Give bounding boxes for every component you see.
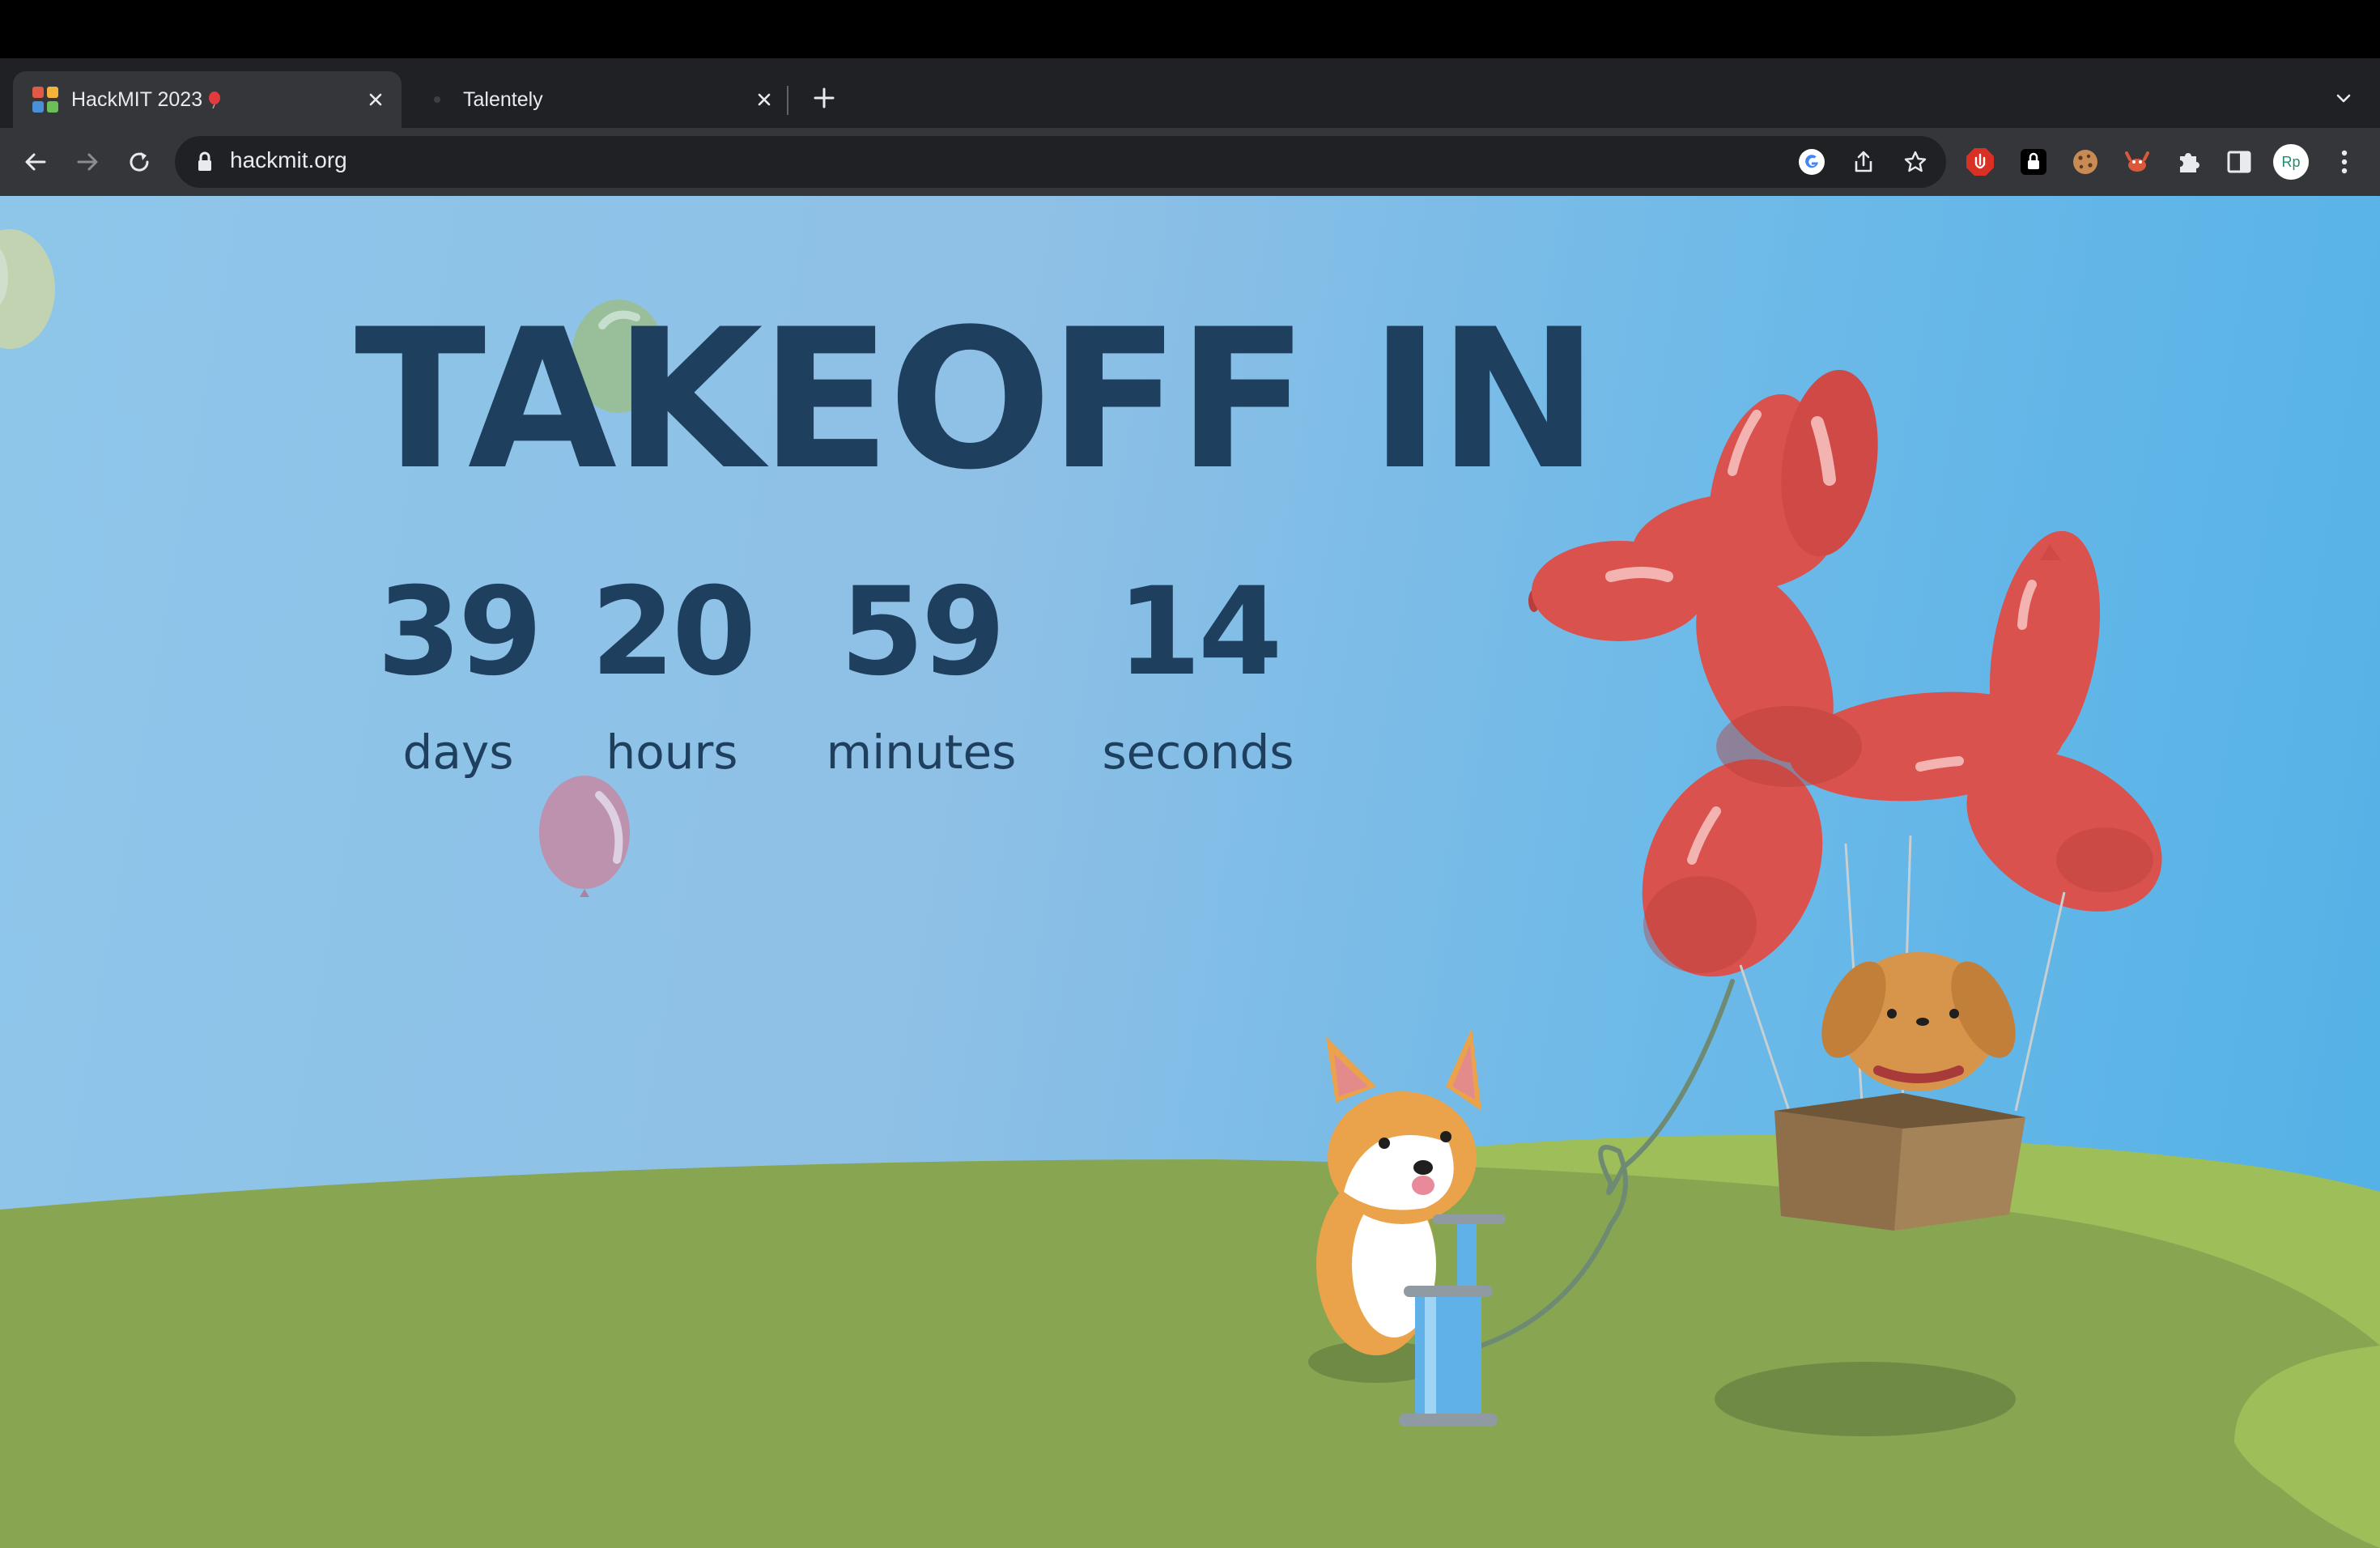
countdown-hours-label: hours — [606, 725, 738, 780]
avatar-initials: Rp — [2281, 153, 2301, 170]
chevron-down-icon — [2336, 94, 2351, 103]
countdown-days: 39 days — [337, 572, 580, 776]
tab-strip: HackMIT 2023 Talentely — [0, 58, 2380, 128]
arrow-right-icon — [77, 153, 98, 171]
tab-title-talentely: Talentely — [463, 87, 543, 111]
tab-close-button[interactable] — [751, 87, 777, 113]
google-icon[interactable] — [1794, 144, 1830, 180]
tab-hackmit[interactable]: HackMIT 2023 — [13, 71, 402, 128]
lock-icon — [198, 151, 211, 171]
browser-toolbar: hackmit.org Rp — [0, 128, 2380, 196]
countdown-hours-value: 20 — [590, 562, 757, 703]
countdown-days-label: days — [402, 725, 514, 780]
address-bar[interactable]: hackmit.org — [175, 136, 1946, 188]
tab-close-button[interactable] — [363, 87, 389, 113]
page-viewport: TAKEOFF IN 39 days 20 hours 59 minutes 1… — [0, 196, 2380, 1548]
balloon-left-edge — [0, 229, 55, 349]
countdown-seconds-label: seconds — [1102, 725, 1294, 780]
page-headline: TAKEOFF IN — [355, 288, 1599, 512]
countdown-seconds-value: 14 — [1116, 562, 1283, 703]
reload-button[interactable] — [117, 139, 162, 185]
balloon-pink — [539, 776, 630, 897]
countdown-hours: 20 hours — [550, 572, 793, 776]
tab-divider — [787, 86, 788, 115]
side-panel-button[interactable] — [2221, 144, 2257, 180]
main-hill — [0, 1159, 2380, 1548]
profile-avatar[interactable]: Rp — [2273, 144, 2309, 180]
cookie-icon — [2073, 150, 2097, 174]
google-g-icon — [1799, 149, 1825, 175]
adblock-icon — [1966, 148, 1994, 176]
basket — [1774, 1093, 2025, 1231]
crab-extension-icon — [2125, 151, 2149, 172]
lock-extension[interactable] — [2016, 144, 2051, 180]
back-button[interactable] — [13, 139, 58, 185]
countdown-minutes: 59 minutes — [800, 572, 1043, 776]
side-panel-icon — [2227, 151, 2251, 173]
lock-extension-icon — [2021, 149, 2046, 175]
tab-search-button[interactable] — [2327, 81, 2361, 115]
browser-menu-button[interactable] — [2327, 144, 2362, 180]
talentely-icon — [434, 96, 440, 103]
hackmit-logo-icon — [32, 87, 58, 113]
puppy-in-basket — [1821, 952, 2016, 1091]
balloon-emoji-icon — [209, 91, 221, 109]
cookie-extension[interactable] — [2068, 144, 2103, 180]
forward-button[interactable] — [65, 139, 110, 185]
countdown-seconds: 14 seconds — [1077, 572, 1320, 776]
bookmark-button[interactable] — [1898, 144, 1933, 180]
extensions-button[interactable] — [2171, 144, 2207, 180]
share-button[interactable] — [1846, 144, 1881, 180]
countdown-minutes-value: 59 — [839, 562, 1006, 703]
countdown-days-value: 39 — [376, 562, 543, 703]
arrow-left-icon — [25, 153, 46, 171]
url-text: hackmit.org — [230, 147, 347, 172]
basket-shadow — [1715, 1362, 2016, 1436]
crab-extension[interactable] — [2119, 144, 2155, 180]
reload-icon — [130, 152, 149, 172]
close-icon — [369, 93, 382, 106]
kebab-menu-icon — [2341, 150, 2348, 174]
countdown-minutes-label: minutes — [826, 725, 1017, 780]
tab-talentely[interactable]: Talentely — [405, 71, 790, 128]
balloon-dog — [1528, 369, 2162, 977]
new-tab-button[interactable] — [808, 79, 840, 117]
close-icon — [758, 93, 771, 106]
bookmark-star-icon — [1904, 151, 1927, 172]
tab-title-hackmit: HackMIT 2023 — [71, 87, 203, 111]
plus-icon — [814, 87, 835, 108]
adblock-extension[interactable] — [1962, 144, 1998, 180]
puzzle-icon — [2180, 153, 2199, 172]
share-icon — [1855, 151, 1872, 172]
window-titlebar — [0, 0, 2380, 58]
